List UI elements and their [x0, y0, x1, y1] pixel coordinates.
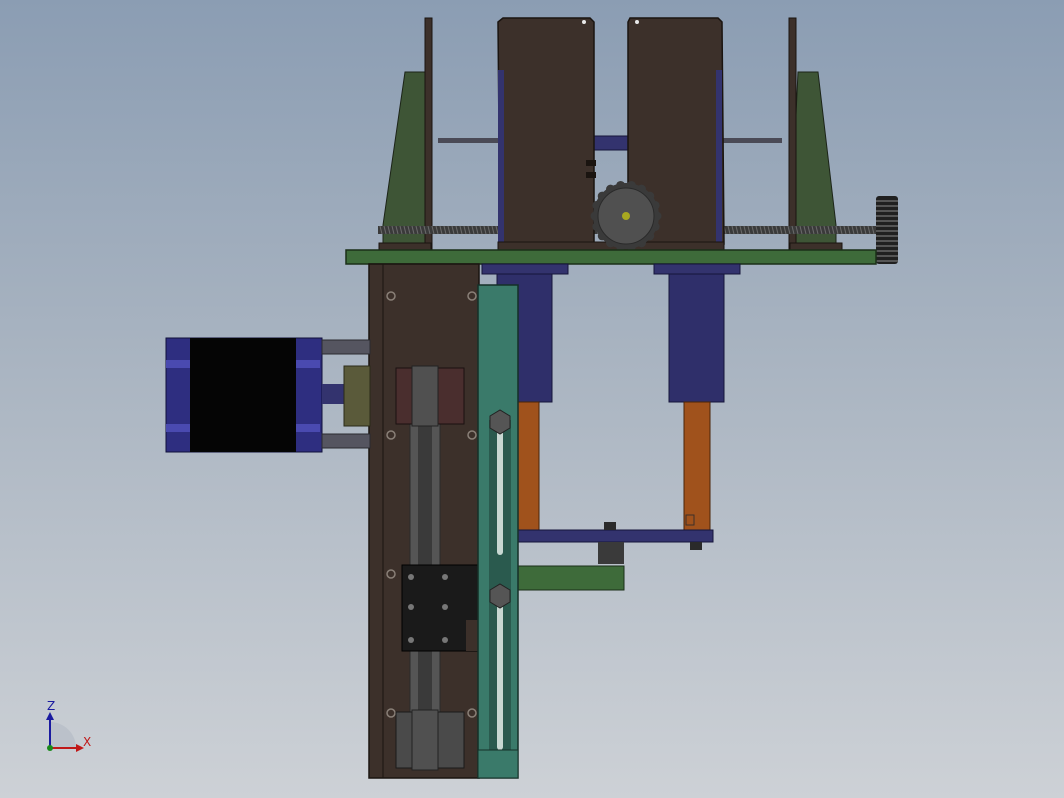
- guide-rod[interactable]: [438, 135, 782, 151]
- carriage-block[interactable]: [401, 564, 482, 652]
- stepper-motor[interactable]: [165, 337, 371, 453]
- linear-guide-rail[interactable]: [477, 284, 519, 779]
- z-axis-label: Z: [47, 699, 55, 713]
- gripper-plate[interactable]: [517, 565, 625, 591]
- top-pulley[interactable]: [395, 365, 465, 427]
- cross-bar-nut: [690, 542, 702, 550]
- pneumatic-cylinder-right[interactable]: [653, 263, 741, 531]
- cross-bar-nut-top: [604, 522, 616, 530]
- coordinate-triad: Z X: [46, 699, 91, 752]
- right-side-bracket[interactable]: [788, 17, 843, 252]
- x-axis-label: X: [83, 735, 91, 749]
- cylinder-cross-bar[interactable]: [516, 529, 714, 543]
- hand-wheel[interactable]: [876, 196, 898, 264]
- cad-viewport[interactable]: Z X: [0, 0, 1064, 798]
- left-clamp-jaw[interactable]: [497, 17, 596, 248]
- left-side-bracket[interactable]: [378, 17, 433, 252]
- base-plate[interactable]: [345, 249, 877, 265]
- bottom-pulley[interactable]: [395, 709, 465, 771]
- cross-bar-block: [598, 542, 624, 564]
